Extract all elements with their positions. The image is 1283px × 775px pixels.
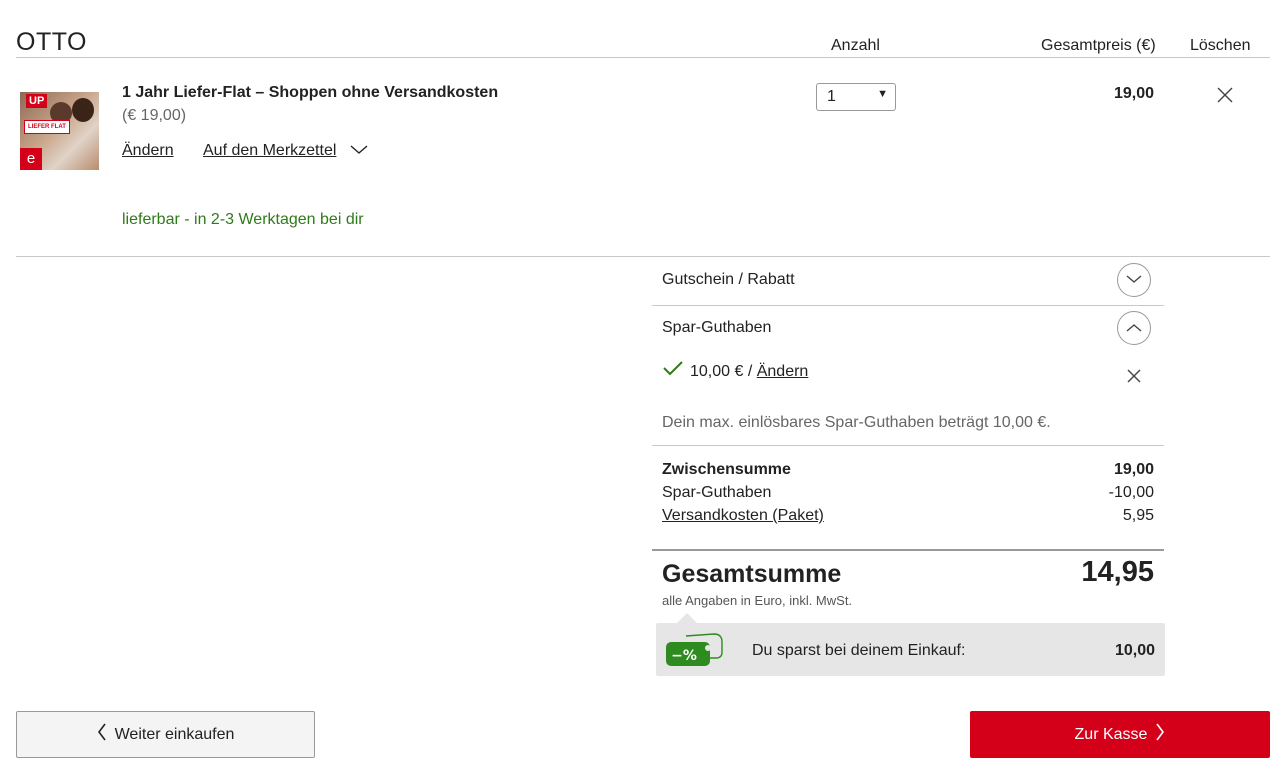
quantity-value: 1: [827, 88, 836, 105]
thumb-otto-box: e: [20, 148, 42, 170]
add-to-wishlist-link[interactable]: Auf den Merkzettel: [203, 142, 336, 160]
subtotal-label: Zwischensumme: [662, 461, 791, 478]
tax-note: alle Angaben in Euro, inkl. MwSt.: [662, 593, 853, 608]
chevron-left-icon: [97, 723, 107, 746]
savings-text: Du sparst bei deinem Einkauf:: [752, 642, 966, 659]
chevron-down-icon[interactable]: [350, 142, 368, 160]
subtotal-value: 19,00: [1113, 461, 1154, 478]
total-divider: [652, 549, 1164, 551]
applied-credit-amount: 10,00 € /: [690, 363, 753, 380]
expand-voucher-button[interactable]: [1117, 263, 1151, 297]
thumb-person-2: [72, 98, 94, 122]
item-total-price: 19,00: [1113, 85, 1154, 102]
edit-item-link[interactable]: Ändern: [122, 142, 174, 159]
credit-info-text: Dein max. einlösbares Spar-Guthaben betr…: [662, 414, 1051, 431]
chevron-down-icon: [1126, 271, 1142, 289]
discount-tag-icon: −%: [664, 630, 726, 675]
grand-total-value: 14,95: [1081, 556, 1154, 588]
item-divider: [16, 256, 1270, 257]
column-header-delete: Löschen: [1190, 37, 1251, 54]
checkmark-icon: [662, 360, 684, 381]
column-header-total: Gesamtpreis (€): [1041, 37, 1156, 54]
chevron-up-icon: [1126, 319, 1142, 337]
svg-text:−%: −%: [671, 648, 697, 664]
thumb-badge-upgrade: UP: [26, 94, 48, 108]
shipping-cost-value: 5,95: [1122, 507, 1154, 524]
remove-credit-icon[interactable]: [1126, 368, 1142, 389]
savings-credit-label[interactable]: Spar-Guthaben: [662, 319, 771, 337]
product-unit-price: (€ 19,00): [122, 107, 187, 124]
grand-total-label: Gesamtsumme: [662, 560, 842, 588]
chevron-right-icon: [1155, 723, 1165, 746]
dropdown-caret-icon: ▼: [877, 88, 888, 100]
product-thumbnail[interactable]: UP LIEFER FLAT e: [20, 92, 99, 170]
collapse-savings-credit-button[interactable]: [1117, 311, 1151, 345]
change-credit-link[interactable]: Ändern: [757, 363, 809, 380]
checkout-button[interactable]: Zur Kasse: [970, 711, 1270, 758]
voucher-label[interactable]: Gutschein / Rabatt: [662, 271, 795, 289]
checkout-label: Zur Kasse: [1074, 725, 1148, 743]
shipping-cost-link[interactable]: Versandkosten (Paket): [662, 507, 824, 524]
otto-logo[interactable]: OTTO: [16, 28, 87, 57]
delete-item-icon[interactable]: [1216, 86, 1234, 109]
savings-box-notch: [677, 613, 697, 623]
savings-value: 10,00: [1114, 642, 1155, 659]
credit-summary-value: -10,00: [1108, 484, 1154, 501]
voucher-divider: [652, 305, 1164, 306]
availability-status: lieferbar - in 2-3 Werktagen bei dir: [122, 211, 364, 228]
credit-summary-label: Spar-Guthaben: [662, 484, 772, 501]
product-title[interactable]: 1 Jahr Liefer-Flat – Shoppen ohne Versan…: [122, 84, 498, 102]
continue-shopping-button[interactable]: Weiter einkaufen: [16, 711, 315, 758]
column-header-quantity: Anzahl: [831, 37, 880, 54]
quantity-select[interactable]: 1 ▼: [816, 83, 896, 111]
credit-divider: [652, 445, 1164, 446]
header-divider: [16, 57, 1270, 58]
thumb-badge-lieferflat: LIEFER FLAT: [24, 120, 70, 134]
continue-shopping-label: Weiter einkaufen: [114, 725, 235, 743]
